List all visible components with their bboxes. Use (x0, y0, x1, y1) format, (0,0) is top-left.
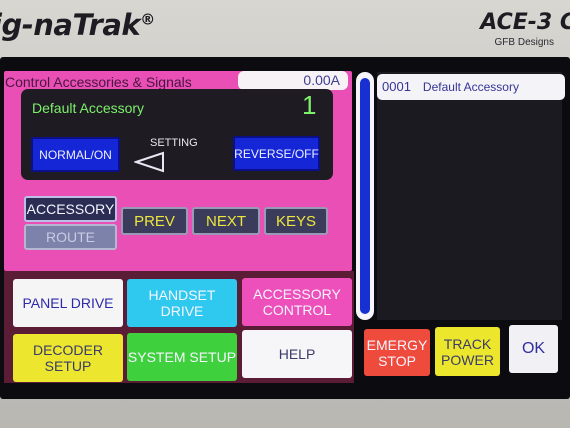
panel-drive-button[interactable]: PANEL DRIVE (13, 279, 123, 327)
emergency-stop-button[interactable]: EMERGY STOP (364, 329, 430, 376)
model-name: ACE-3 C (480, 10, 570, 35)
keys-button[interactable]: KEYS (264, 207, 328, 235)
control-panel-title: Control Accessories & Signals (5, 74, 192, 90)
accessory-name: Default Accessory (32, 100, 145, 116)
accessory-list (377, 72, 562, 320)
normal-on-button[interactable]: NORMAL/ON (31, 137, 120, 172)
list-item-number: 0001 (382, 79, 411, 94)
handset-drive-button[interactable]: HANDSET DRIVE (127, 279, 237, 327)
next-button[interactable]: NEXT (192, 207, 260, 235)
list-item[interactable]: 0001 Default Accessory (377, 74, 565, 100)
system-setup-button[interactable]: SYSTEM SETUP (127, 333, 237, 381)
accessory-tab[interactable]: ACCESSORY (24, 196, 117, 222)
setting-label: SETTING (150, 137, 198, 149)
reverse-off-button[interactable]: REVERSE/OFF (233, 136, 320, 171)
ok-button[interactable]: OK (509, 325, 558, 373)
list-scrollbar-thumb[interactable] (360, 78, 370, 314)
track-power-button[interactable]: TRACK POWER (435, 327, 500, 376)
list-item-name: Default Accessory (422, 80, 519, 94)
maker-name: GFB Designs (494, 37, 554, 48)
accessory-control-button[interactable]: ACCESSORY CONTROL (242, 278, 352, 326)
route-tab[interactable]: ROUTE (24, 224, 117, 250)
setting-arrow-icon (134, 151, 164, 173)
current-readout: 0.00A (238, 71, 348, 90)
prev-button[interactable]: PREV (121, 207, 188, 235)
accessory-number: 1 (302, 90, 317, 120)
decoder-setup-button[interactable]: DECODER SETUP (13, 334, 123, 382)
help-button[interactable]: HELP (242, 330, 352, 378)
brand-logo: ig-naTrak® (0, 8, 155, 42)
